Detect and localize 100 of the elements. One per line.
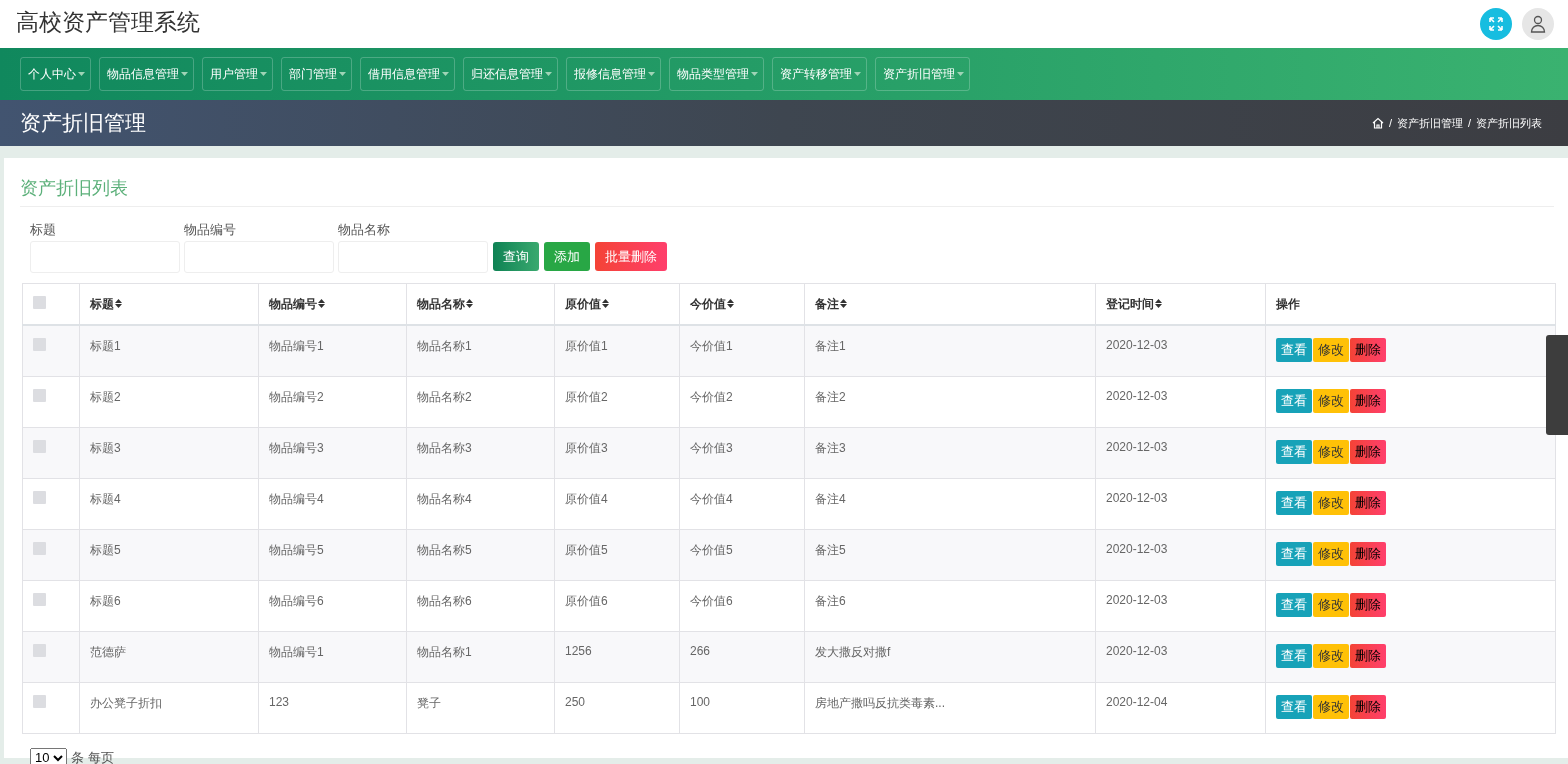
table-cell: 原价值2	[554, 376, 680, 427]
table-cell: 物品名称1	[406, 631, 555, 682]
caret-icon	[648, 72, 655, 76]
row-action-button[interactable]: 查看	[1276, 643, 1312, 668]
row-action-button[interactable]: 修改	[1313, 592, 1349, 617]
table-cell: 标题5	[79, 529, 259, 580]
app-title: 高校资产管理系统	[16, 7, 200, 37]
table-cell: 今价值1	[679, 325, 805, 376]
row-action-button[interactable]: 查看	[1276, 439, 1312, 464]
row-action-button[interactable]: 删除	[1350, 388, 1386, 413]
row-action-button[interactable]: 修改	[1313, 388, 1349, 413]
nav-menu-item[interactable]: 归还信息管理	[463, 57, 558, 91]
caret-icon	[751, 72, 758, 76]
column-header[interactable]: 物品编号	[269, 296, 317, 311]
row-action-button[interactable]: 修改	[1313, 439, 1349, 464]
row-action-button[interactable]: 修改	[1313, 338, 1349, 362]
column-header[interactable]: 原价值	[565, 296, 601, 311]
row-action-button[interactable]: 修改	[1313, 643, 1349, 668]
column-header: 操作	[1276, 296, 1300, 311]
column-header[interactable]: 标题	[90, 296, 114, 311]
row-action-button[interactable]: 查看	[1276, 490, 1312, 515]
checkbox[interactable]	[33, 694, 46, 708]
checkbox[interactable]	[33, 592, 46, 606]
row-action-button[interactable]: 删除	[1350, 439, 1386, 464]
nav-menu-item[interactable]: 资产折旧管理	[875, 57, 970, 91]
drawer-handle[interactable]	[1546, 335, 1568, 435]
row-action-button[interactable]: 查看	[1276, 338, 1312, 362]
checkbox[interactable]	[33, 643, 46, 657]
fullscreen-button[interactable]	[1480, 8, 1512, 40]
page-size-select[interactable]: 10	[30, 747, 67, 764]
row-action-button[interactable]: 删除	[1350, 490, 1386, 515]
row-action-button[interactable]: 查看	[1276, 388, 1312, 413]
table-cell: 物品编号3	[258, 427, 407, 478]
action-button[interactable]: 批量删除	[595, 242, 667, 271]
page-size-label: 条 每页	[71, 748, 114, 764]
checkbox[interactable]	[33, 439, 46, 453]
table-cell: 原价值3	[554, 427, 680, 478]
row-action-button[interactable]: 删除	[1350, 338, 1386, 362]
nav-menu-item[interactable]: 报修信息管理	[566, 57, 661, 91]
table-cell: 100	[679, 682, 805, 733]
row-action-button[interactable]: 删除	[1350, 541, 1386, 566]
table-cell: 标题1	[79, 325, 259, 376]
table-cell: 266	[679, 631, 805, 682]
table-cell: 2020-12-04	[1095, 682, 1266, 733]
table-cell: 物品名称5	[406, 529, 555, 580]
row-action-button[interactable]: 修改	[1313, 490, 1349, 515]
row-action-button[interactable]: 删除	[1350, 592, 1386, 617]
row-action-button[interactable]: 删除	[1350, 643, 1386, 668]
row-action-button[interactable]: 删除	[1350, 694, 1386, 719]
action-button[interactable]: 添加	[544, 242, 590, 271]
column-header[interactable]: 登记时间	[1106, 296, 1154, 311]
action-button[interactable]: 查询	[493, 242, 539, 271]
checkbox[interactable]	[33, 388, 46, 402]
home-icon[interactable]	[1371, 117, 1384, 129]
breadcrumb-link[interactable]: 资产折旧列表	[1476, 115, 1542, 131]
sort-icon[interactable]	[727, 298, 734, 308]
sort-icon[interactable]	[115, 298, 122, 308]
table-cell: 备注1	[804, 325, 1096, 376]
breadcrumb-link[interactable]: 资产折旧管理	[1396, 115, 1463, 131]
table-cell: 原价值6	[554, 580, 680, 631]
checkbox[interactable]	[33, 338, 46, 351]
sort-icon[interactable]	[840, 298, 847, 308]
table-cell: 今价值3	[679, 427, 805, 478]
table-cell: 今价值4	[679, 478, 805, 529]
sort-icon[interactable]	[1155, 298, 1162, 308]
fullscreen-icon	[1489, 17, 1503, 31]
table-cell: 2020-12-03	[1095, 580, 1266, 631]
sort-icon[interactable]	[602, 298, 609, 308]
nav-menu-item[interactable]: 用户管理	[202, 57, 273, 91]
nav-menu-item[interactable]: 资产转移管理	[772, 57, 867, 91]
row-action-button[interactable]: 查看	[1276, 694, 1312, 719]
user-avatar-button[interactable]	[1522, 8, 1554, 40]
sort-icon[interactable]	[466, 298, 473, 308]
table-cell: 2020-12-03	[1095, 478, 1266, 529]
row-action-button[interactable]: 查看	[1276, 541, 1312, 566]
checkbox[interactable]	[33, 296, 46, 309]
checkbox[interactable]	[33, 541, 46, 555]
table-cell: 标题6	[79, 580, 259, 631]
row-action-button[interactable]: 查看	[1276, 592, 1312, 617]
nav-menu-item[interactable]: 借用信息管理	[360, 57, 455, 91]
caret-icon	[181, 72, 188, 76]
nav-menu-item[interactable]: 物品信息管理	[99, 57, 194, 91]
sort-icon[interactable]	[318, 298, 325, 308]
table-cell: 2020-12-03	[1095, 376, 1266, 427]
row-action-button[interactable]: 修改	[1313, 694, 1349, 719]
nav-menu-item[interactable]: 部门管理	[281, 57, 352, 91]
column-header[interactable]: 物品名称	[417, 296, 465, 311]
caret-icon	[442, 72, 449, 76]
table-cell: 备注4	[804, 478, 1096, 529]
column-header[interactable]: 备注	[815, 296, 839, 311]
caret-icon	[78, 72, 85, 76]
checkbox[interactable]	[33, 490, 46, 504]
nav-menu-item[interactable]: 个人中心	[20, 57, 91, 91]
table-cell: 标题3	[79, 427, 259, 478]
breadcrumb-separator: /	[1388, 117, 1392, 129]
table-cell: 备注2	[804, 376, 1096, 427]
table-cell: 物品名称3	[406, 427, 555, 478]
column-header[interactable]: 今价值	[690, 296, 726, 311]
row-action-button[interactable]: 修改	[1313, 541, 1349, 566]
nav-menu-item[interactable]: 物品类型管理	[669, 57, 764, 91]
